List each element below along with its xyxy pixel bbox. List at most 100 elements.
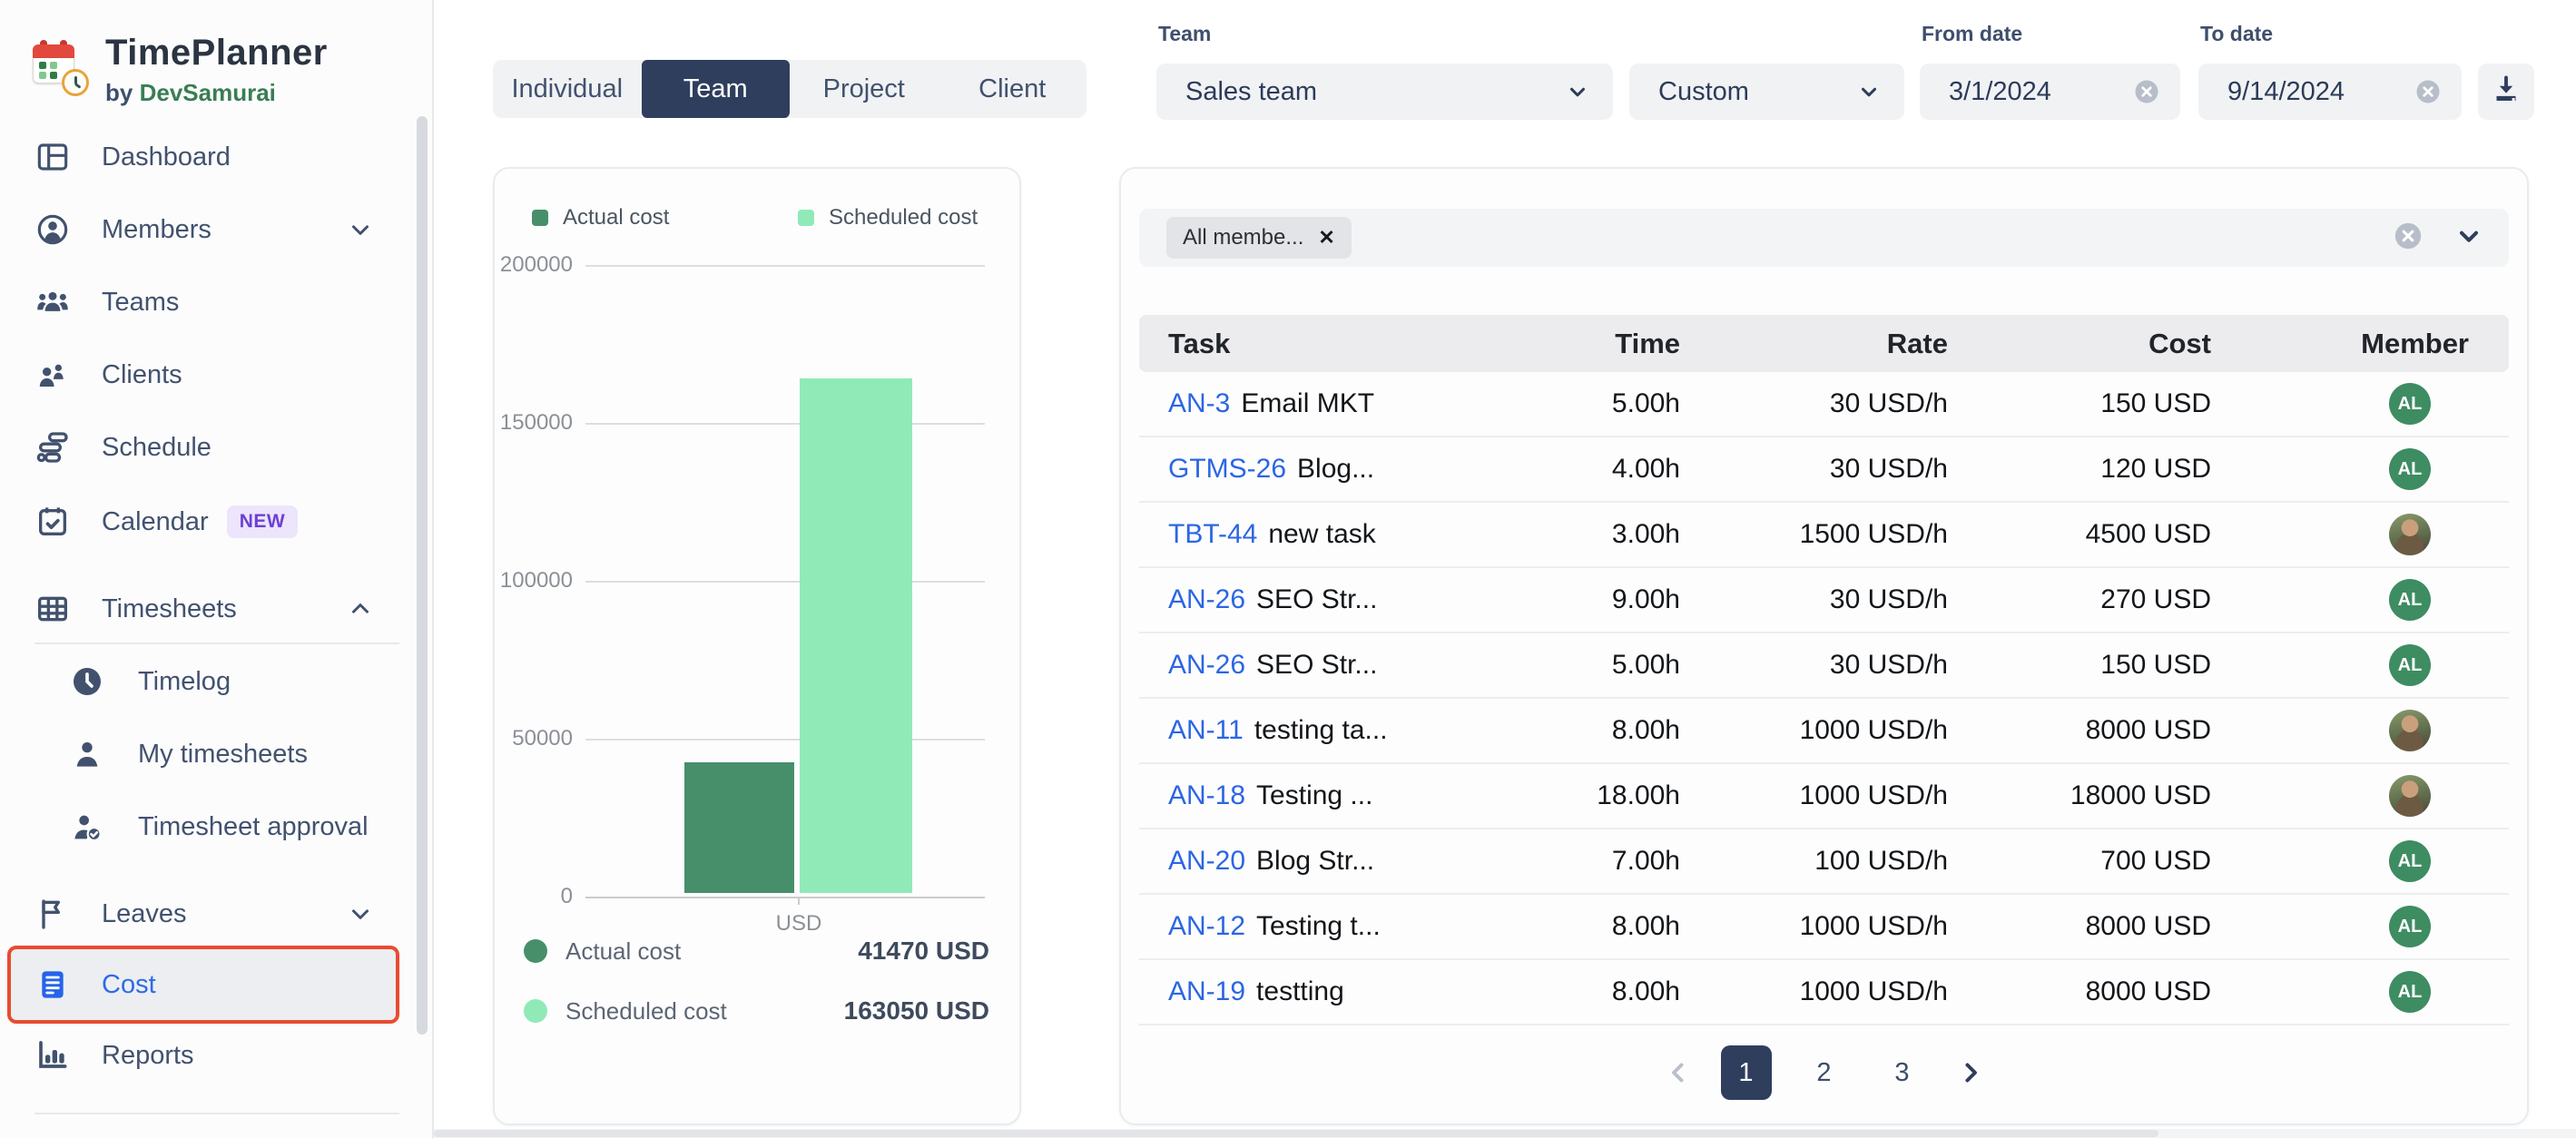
member-avatar[interactable]: AL (2389, 383, 2431, 425)
member-avatar[interactable]: AL (2389, 579, 2431, 621)
chevron-down-icon[interactable] (2454, 221, 2483, 255)
tab-project[interactable]: Project (790, 60, 939, 118)
actual-cost-bar[interactable] (684, 762, 794, 893)
member-avatar[interactable]: AL (2389, 906, 2431, 947)
table-row[interactable]: TBT-44new task 3.00h 1500 USD/h 4500 USD (1139, 503, 2509, 568)
sidebar-item-timelog[interactable]: Timelog (0, 646, 434, 717)
legend-label: Scheduled cost (829, 205, 978, 231)
task-title: testing ta... (1254, 715, 1388, 745)
tab-client[interactable]: Client (939, 60, 1087, 118)
task-id-link[interactable]: GTMS-26 (1168, 454, 1286, 484)
col-header-rate[interactable]: Rate (1680, 328, 1948, 360)
task-id-link[interactable]: TBT-44 (1168, 519, 1257, 549)
sidebar-item-reports[interactable]: Reports (0, 1020, 434, 1091)
tab-team[interactable]: Team (642, 60, 791, 118)
next-page-icon[interactable] (1955, 1057, 1986, 1088)
sidebar-item-my-timesheets[interactable]: My timesheets (0, 719, 434, 790)
table-row[interactable]: AN-20Blog Str... 7.00h 100 USD/h 700 USD… (1139, 829, 2509, 895)
scheduled-cost-bar[interactable] (800, 378, 912, 893)
sidebar-item-members[interactable]: Members (0, 194, 434, 265)
col-header-time[interactable]: Time (1499, 328, 1680, 360)
date-range-select[interactable]: Custom (1629, 64, 1904, 120)
tab-individual[interactable]: Individual (493, 60, 642, 118)
gridline (585, 265, 985, 267)
member-avatar[interactable]: AL (2389, 448, 2431, 490)
sidebar-item-teams[interactable]: Teams (0, 267, 434, 338)
scheduled-cost-swatch (798, 210, 814, 226)
task-id-link[interactable]: AN-11 (1168, 715, 1244, 745)
member-filter-chip[interactable]: All membe... ✕ (1166, 217, 1352, 259)
member-avatar[interactable]: AL (2389, 971, 2431, 1013)
task-time: 4.00h (1499, 454, 1680, 485)
sidebar-divider (34, 1113, 399, 1114)
task-id-link[interactable]: AN-3 (1168, 388, 1230, 418)
page-button-3[interactable]: 3 (1877, 1045, 1928, 1100)
dashboard-icon (34, 139, 71, 175)
sidebar-item-dashboard[interactable]: Dashboard (0, 122, 434, 192)
legend-actual-cost[interactable]: Actual cost (532, 205, 669, 231)
col-header-cost[interactable]: Cost (1948, 328, 2211, 360)
member-avatar[interactable] (2389, 710, 2431, 751)
sidebar-item-cost[interactable]: Cost (11, 949, 396, 1020)
horizontal-scrollbar-thumb[interactable] (434, 1130, 2158, 1137)
to-date-input[interactable]: 9/14/2024 (2198, 64, 2462, 120)
member-avatar[interactable] (2389, 514, 2431, 555)
clear-from-date-icon[interactable] (2133, 78, 2160, 105)
sidebar-item-clients[interactable]: Clients (0, 339, 434, 410)
table-row[interactable]: AN-12Testing t... 8.00h 1000 USD/h 8000 … (1139, 895, 2509, 960)
sidebar-item-timesheet-approval[interactable]: Timesheet approval (0, 791, 434, 862)
table-row[interactable]: GTMS-26Blog... 4.00h 30 USD/h 120 USD AL (1139, 437, 2509, 503)
task-cost: 18000 USD (1948, 780, 2211, 811)
chip-remove-icon[interactable]: ✕ (1318, 226, 1334, 250)
page-button-2[interactable]: 2 (1799, 1045, 1850, 1100)
app-window: TimePlanner by DevSamurai Dashboard Memb… (0, 0, 2576, 1138)
task-id-link[interactable]: AN-26 (1168, 650, 1245, 680)
task-id-link[interactable]: AN-20 (1168, 846, 1245, 876)
member-filter-bar[interactable]: All membe... ✕ (1139, 209, 2509, 267)
from-date-input[interactable]: 3/1/2024 (1920, 64, 2180, 120)
clear-to-date-icon[interactable] (2414, 78, 2442, 105)
sidebar-item-calendar[interactable]: Calendar NEW (0, 486, 434, 557)
table-row[interactable]: AN-18Testing ... 18.00h 1000 USD/h 18000… (1139, 764, 2509, 829)
chevron-down-icon (1566, 80, 1589, 103)
timelog-clock-icon (69, 663, 105, 700)
team-select[interactable]: Sales team (1156, 64, 1613, 120)
previous-page-icon[interactable] (1663, 1057, 1694, 1088)
gridline (585, 581, 985, 583)
sidebar-item-timesheets[interactable]: Timesheets (0, 574, 434, 644)
task-rate: 30 USD/h (1680, 454, 1948, 485)
timesheets-grid-icon (34, 591, 71, 627)
sidebar-item-label: My timesheets (138, 740, 308, 770)
sidebar-scrollbar[interactable] (417, 116, 428, 1035)
member-avatar[interactable]: AL (2389, 840, 2431, 882)
legend-scheduled-cost[interactable]: Scheduled cost (798, 205, 978, 231)
task-time: 5.00h (1499, 388, 1680, 419)
table-row[interactable]: AN-11testing ta... 8.00h 1000 USD/h 8000… (1139, 699, 2509, 764)
horizontal-scrollbar[interactable] (434, 1129, 2576, 1138)
task-id-link[interactable]: AN-12 (1168, 911, 1245, 941)
table-row[interactable]: AN-19testting 8.00h 1000 USD/h 8000 USD … (1139, 960, 2509, 1025)
table-row[interactable]: AN-3Email MKT 5.00h 30 USD/h 150 USD AL (1139, 372, 2509, 437)
sidebar-item-leaves[interactable]: Leaves (0, 878, 434, 949)
col-header-member[interactable]: Member (2211, 328, 2509, 360)
member-avatar[interactable] (2389, 775, 2431, 817)
chevron-down-icon[interactable] (347, 216, 374, 243)
task-id-link[interactable]: AN-18 (1168, 780, 1245, 810)
to-date-label: To date (2200, 22, 2273, 46)
chevron-down-icon[interactable] (347, 900, 374, 927)
table-row[interactable]: AN-26SEO Str... 5.00h 30 USD/h 150 USD A… (1139, 633, 2509, 699)
from-date-value: 3/1/2024 (1949, 77, 2051, 107)
pagination: 1 2 3 (1121, 1045, 2527, 1100)
member-avatar[interactable]: AL (2389, 644, 2431, 686)
table-header: Task Time Rate Cost Member (1139, 315, 2509, 372)
task-rate: 1000 USD/h (1680, 780, 1948, 811)
col-header-task[interactable]: Task (1139, 328, 1499, 360)
download-button[interactable] (2478, 64, 2534, 120)
sidebar-item-schedule[interactable]: Schedule (0, 412, 434, 483)
chevron-up-icon[interactable] (347, 595, 374, 623)
table-row[interactable]: AN-26SEO Str... 9.00h 30 USD/h 270 USD A… (1139, 568, 2509, 633)
task-id-link[interactable]: AN-26 (1168, 584, 1245, 614)
clear-filter-icon[interactable] (2393, 221, 2424, 256)
page-button-1[interactable]: 1 (1721, 1045, 1772, 1100)
task-id-link[interactable]: AN-19 (1168, 976, 1245, 1006)
